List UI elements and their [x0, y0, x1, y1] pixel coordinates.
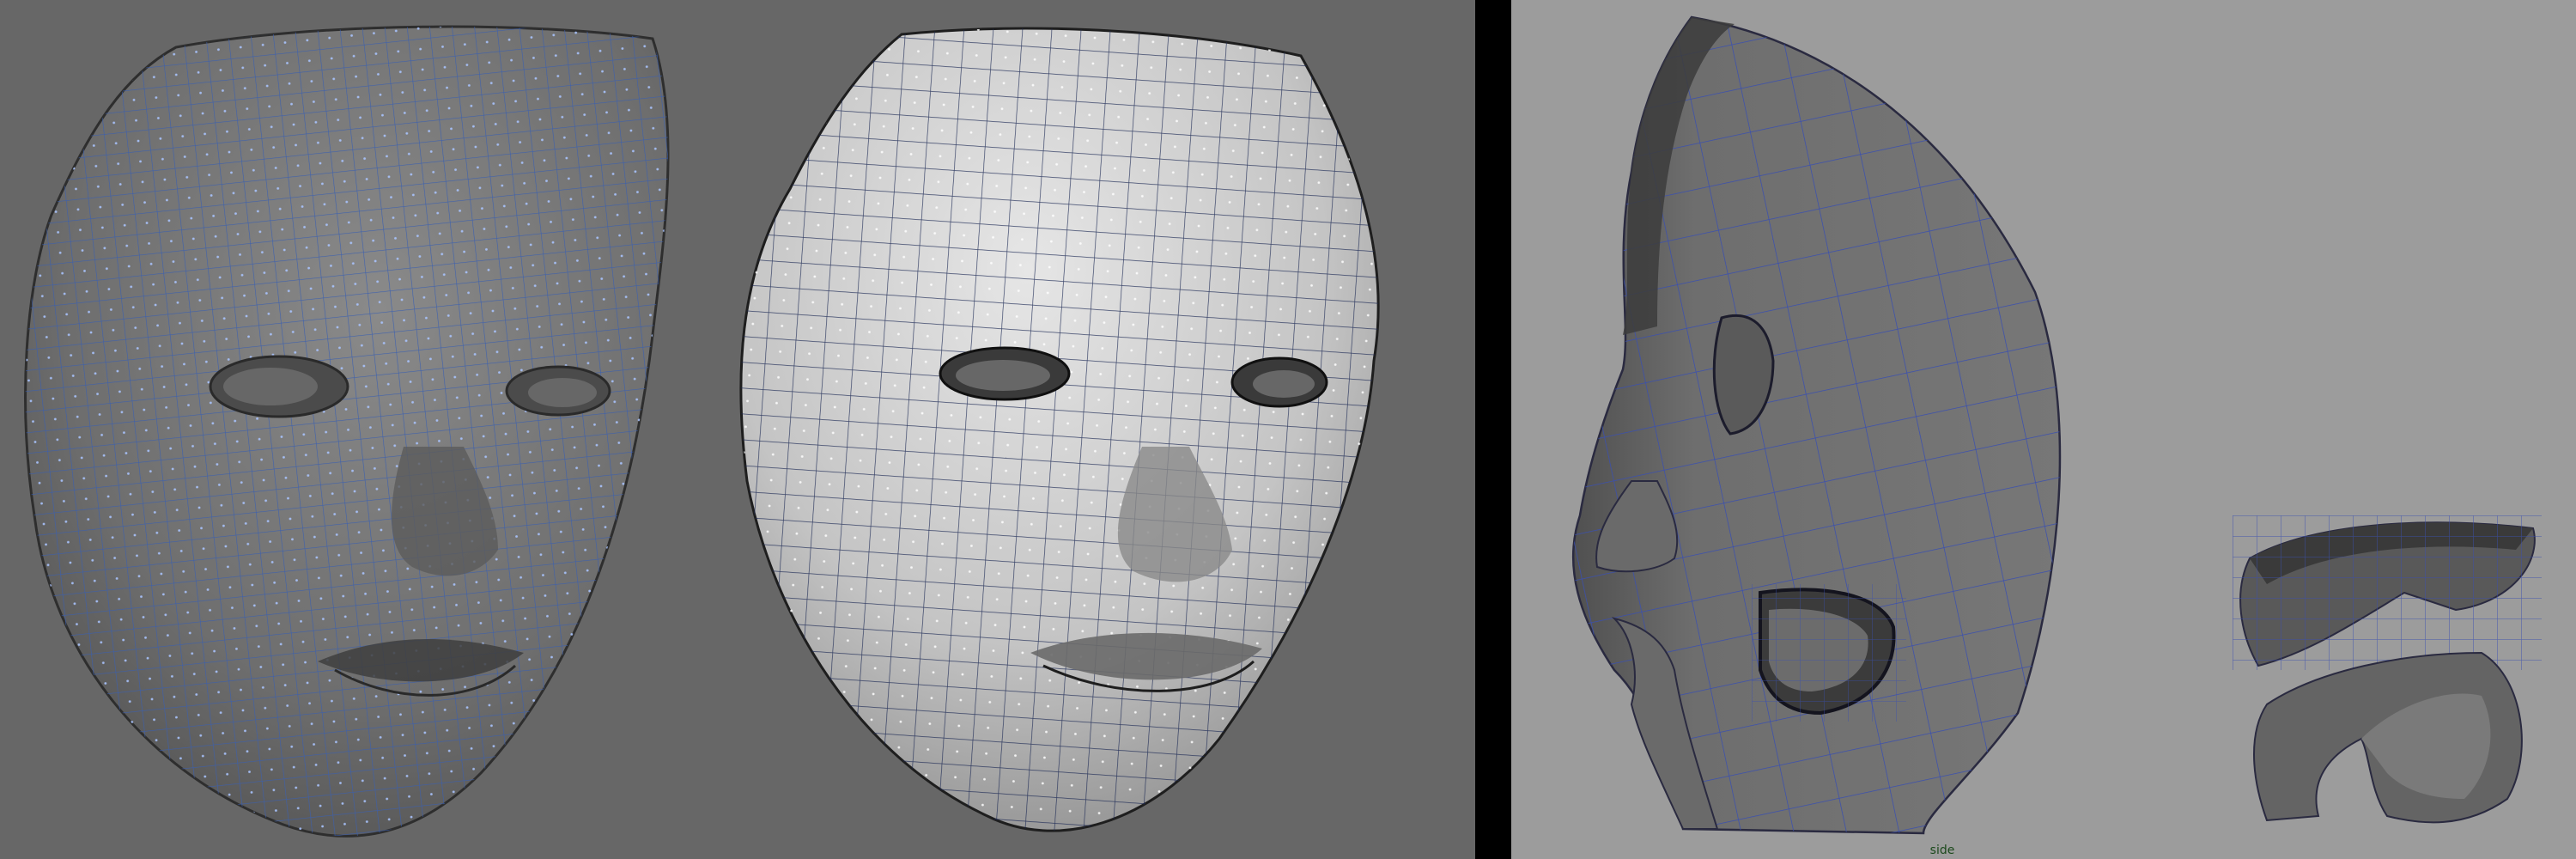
- ear-part-lower[interactable]: [2253, 651, 2523, 824]
- viewport-left[interactable]: [0, 0, 1475, 859]
- retopology-face-mesh[interactable]: [730, 0, 1417, 859]
- app-window: side: [0, 0, 2576, 859]
- ear-part-upper[interactable]: [2233, 515, 2542, 670]
- sculpted-face-mesh[interactable]: [0, 0, 773, 859]
- camera-label: side: [1929, 844, 1955, 857]
- viewport-left-canvas[interactable]: [0, 0, 1475, 859]
- viewport-divider[interactable]: [1475, 0, 1511, 859]
- half-head-mesh[interactable]: [1511, 0, 2112, 859]
- viewport-right-canvas[interactable]: [1511, 0, 2576, 859]
- viewport-right[interactable]: [1511, 0, 2576, 859]
